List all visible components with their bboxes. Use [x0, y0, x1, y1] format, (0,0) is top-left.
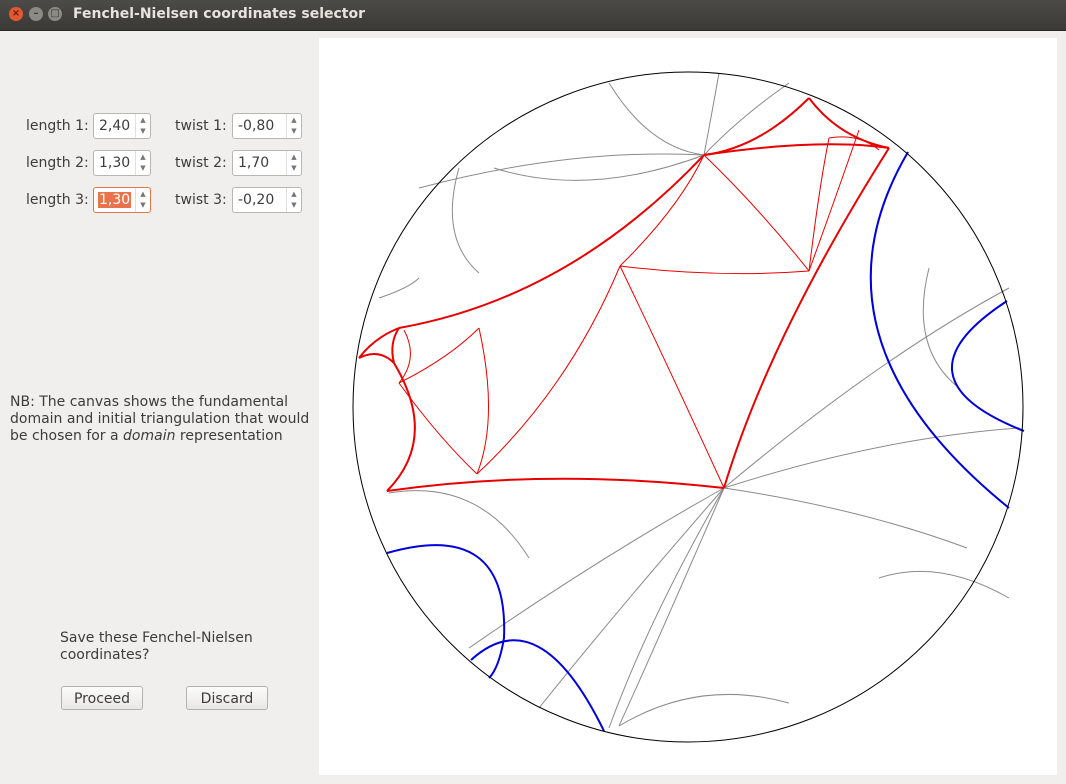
spin-arrows: ▲ ▼	[286, 188, 301, 212]
triangle-edge	[808, 137, 830, 272]
note-emphasis: domain	[123, 428, 176, 444]
tiling-arc	[451, 167, 480, 274]
proceed-button[interactable]: Proceed	[61, 686, 143, 710]
boundary-arc	[869, 151, 1010, 509]
twist-1-spinbox[interactable]: -0,80 ▲ ▼	[232, 113, 302, 139]
tiling-curves	[378, 72, 1020, 729]
length-1-spinbox[interactable]: 2,40 ▲ ▼	[93, 113, 151, 139]
tiling-arc	[538, 487, 725, 709]
spin-up-icon[interactable]: ▲	[290, 115, 298, 126]
tiling-arc	[723, 487, 968, 549]
domain-edge	[386, 477, 725, 492]
twist-2-value[interactable]: 1,70	[238, 155, 269, 171]
spin-down-icon[interactable]: ▼	[139, 126, 147, 137]
twist-1-value[interactable]: -0,80	[238, 118, 274, 134]
boundary-arc	[470, 639, 605, 732]
domain-edge	[358, 353, 395, 364]
spin-down-icon[interactable]: ▼	[139, 163, 147, 174]
spin-arrows: ▲ ▼	[135, 114, 150, 138]
minimize-window-button[interactable]: –	[29, 7, 43, 21]
boundary-arcs	[386, 151, 1025, 732]
tiling-arc	[378, 277, 420, 299]
tiling-arc	[468, 487, 725, 649]
spin-up-icon[interactable]: ▲	[139, 115, 147, 126]
tiling-arc	[608, 487, 725, 729]
note-suffix: representation	[175, 428, 283, 444]
close-window-button[interactable]: ×	[9, 7, 23, 21]
spin-arrows: ▲ ▼	[135, 151, 150, 175]
spin-down-icon[interactable]: ▼	[290, 163, 298, 174]
spin-down-icon[interactable]: ▼	[290, 126, 298, 137]
twist-3-label: twist 3:	[175, 192, 227, 208]
tiling-arc	[618, 693, 790, 727]
length-2-spinbox[interactable]: 1,30 ▲ ▼	[93, 150, 151, 176]
spin-up-icon[interactable]: ▲	[139, 189, 147, 200]
length-3-label: length 3:	[26, 192, 89, 208]
domain-edge	[723, 147, 890, 489]
tiling-arc	[703, 82, 790, 156]
hyperbolic-canvas[interactable]	[319, 38, 1057, 775]
spin-down-icon[interactable]: ▼	[290, 200, 298, 211]
triangle-edge	[476, 265, 621, 475]
triangle-edge	[808, 129, 860, 272]
tiling-arc	[618, 487, 725, 727]
domain-edge	[391, 327, 400, 364]
triangle-edge	[476, 327, 490, 475]
tiling-arc	[723, 287, 1010, 489]
spin-down-icon[interactable]: ▼	[139, 200, 147, 211]
spin-up-icon[interactable]: ▲	[290, 152, 298, 163]
twist-2-label: twist 2:	[175, 155, 227, 171]
spin-arrows: ▲ ▼	[286, 151, 301, 175]
boundary-arc	[386, 544, 506, 679]
title-bar: × – □ Fenchel-Nielsen coordinates select…	[0, 0, 1066, 31]
length-3-spinbox[interactable]: 1,30 ▲ ▼	[93, 187, 151, 213]
twist-1-label: twist 1:	[175, 118, 227, 134]
triangle-edge	[619, 265, 725, 489]
triangle-edge	[398, 327, 480, 384]
tiling-arc	[418, 153, 705, 189]
length-3-value[interactable]: 1,30	[98, 192, 132, 208]
poincare-disk	[352, 71, 1025, 743]
tiling-arc	[608, 82, 705, 156]
domain-edge	[808, 97, 890, 149]
twist-3-value[interactable]: -0,20	[238, 192, 274, 208]
spin-up-icon[interactable]: ▲	[290, 189, 298, 200]
length-1-label: length 1:	[26, 118, 89, 134]
boundary-arc	[951, 300, 1025, 432]
twist-3-spinbox[interactable]: -0,20 ▲ ▼	[232, 187, 302, 213]
length-1-value[interactable]: 2,40	[99, 118, 130, 134]
fundamental-domain	[358, 97, 890, 492]
spin-arrows: ▲ ▼	[135, 188, 150, 212]
length-2-label: length 2:	[26, 155, 89, 171]
window-title: Fenchel-Nielsen coordinates selector	[73, 6, 366, 22]
triangle-edge	[619, 265, 810, 275]
twist-2-spinbox[interactable]: 1,70 ▲ ▼	[232, 150, 302, 176]
tiling-arc	[878, 570, 1010, 599]
maximize-window-button[interactable]: □	[48, 7, 62, 21]
save-question: Save these Fenchel-Nielsen coordinates?	[60, 630, 253, 663]
spin-arrows: ▲ ▼	[286, 114, 301, 138]
info-note: NB: The canvas shows the fundamental dom…	[10, 394, 310, 445]
triangle-edge	[703, 154, 810, 272]
triangle-edge	[619, 154, 705, 267]
length-2-value[interactable]: 1,30	[99, 155, 130, 171]
spin-up-icon[interactable]: ▲	[139, 152, 147, 163]
tiling-arc	[493, 154, 705, 181]
discard-button[interactable]: Discard	[186, 686, 268, 710]
domain-edge	[703, 97, 810, 156]
